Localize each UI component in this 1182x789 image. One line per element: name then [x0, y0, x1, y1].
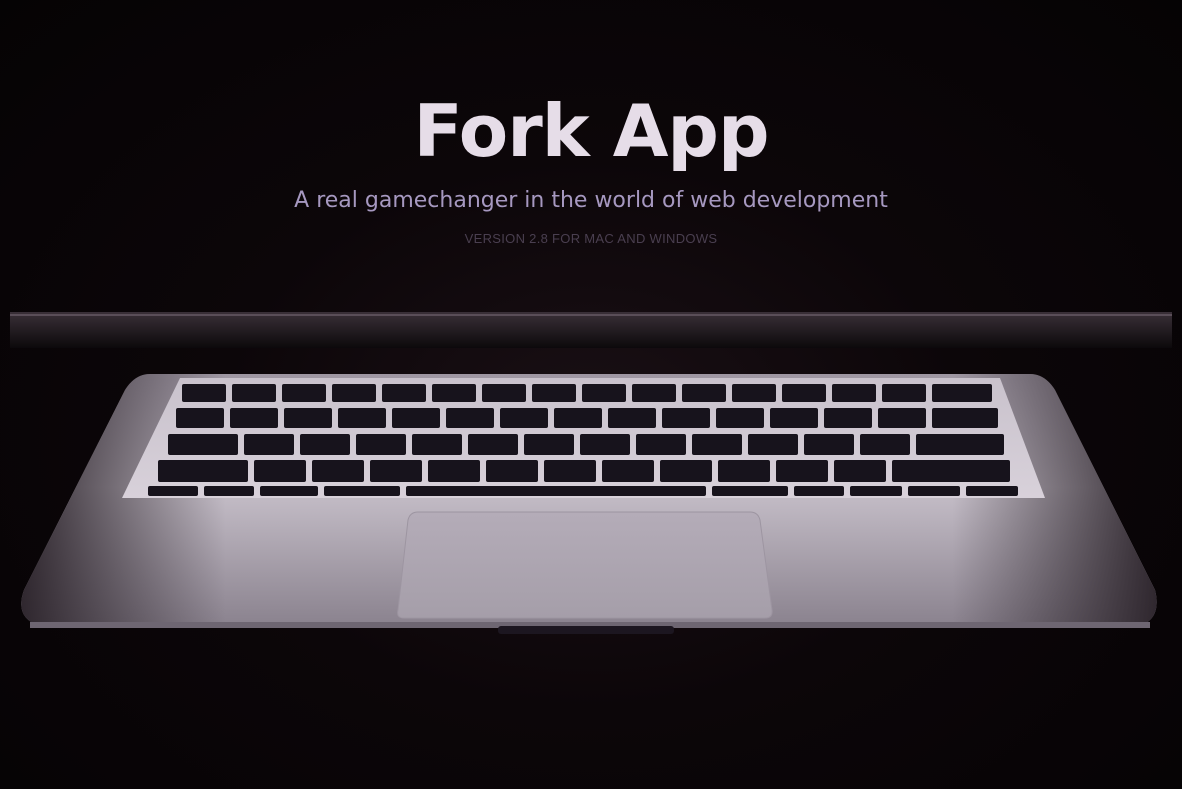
laptop-image [10, 312, 1172, 634]
hero-section: Fork App A real gamechanger in the world… [0, 0, 1182, 789]
version-label: VERSION 2.8 FOR MAC AND WINDOWS [464, 230, 718, 246]
page-title: Fork App [413, 89, 770, 173]
hero-text: Fork App A real gamechanger in the world… [0, 88, 1182, 246]
page-subtitle: A real gamechanger in the world of web d… [294, 188, 888, 214]
laptop-notch [498, 626, 674, 634]
laptop-lid [10, 312, 1172, 348]
trackpad [397, 511, 773, 619]
